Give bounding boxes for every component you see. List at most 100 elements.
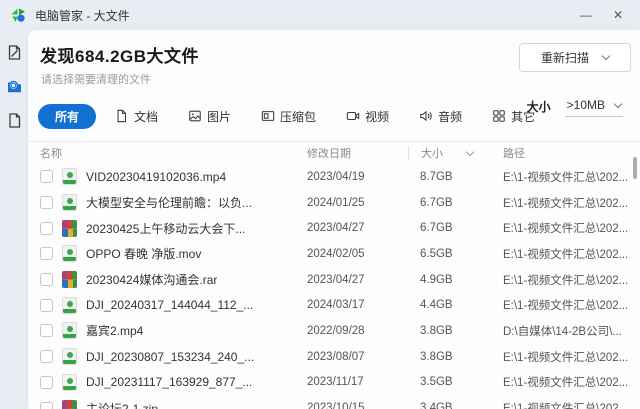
minimize-button[interactable]: — [572,2,600,28]
sidebar-item-file-manage[interactable] [4,110,24,130]
file-date: 2024/03/17 [307,299,420,311]
archive-file-icon [62,220,77,237]
row-checkbox[interactable] [40,196,53,209]
row-checkbox[interactable] [40,402,53,409]
row-checkbox[interactable] [40,299,53,312]
column-header-path[interactable]: 路径 [503,145,640,161]
file-size: 3.8GB [420,325,503,337]
sidebar-item-cleanup[interactable] [4,42,24,62]
file-path: E:\1-视频文件汇总\202... [503,169,640,185]
file-path: E:\1-视频文件汇总\202... [503,400,640,409]
rescan-label: 重新扫描 [541,49,589,66]
file-size: 3.8GB [420,351,503,363]
page-subtitle: 请选择需要清理的文件 [41,71,640,87]
video-file-icon [62,168,77,185]
table-row[interactable]: 主论坛2-1.zip 2023/10/15 3.4GB E:\1-视频文件汇总\… [28,395,640,409]
app-logo-icon [10,7,27,24]
column-header-name[interactable]: 名称 [40,145,307,161]
size-filter-dropdown[interactable]: >10MB [565,96,623,117]
file-name: DJI_20231117_163929_877_... [86,375,307,389]
file-date: 2024/02/05 [307,248,420,260]
file-icon [6,112,23,129]
table-row[interactable]: OPPO 春晚 净版.mov 2024/02/05 6.5GB E:\1-视频文… [28,241,640,267]
titlebar: 电脑管家 - 大文件 — ✕ [0,0,640,30]
table-row[interactable]: 20230424媒体沟通会.rar 2023/04/27 4.9GB E:\1-… [28,267,640,293]
chevron-down-icon [602,52,610,60]
file-name: VID20230419102036.mp4 [86,170,307,184]
row-checkbox[interactable] [40,170,53,183]
size-filter: 大小 >10MB [527,96,623,117]
filter-tab-archive[interactable]: 压缩包 [250,104,327,129]
sort-chevron-icon [466,147,474,155]
file-size: 6.5GB [420,248,503,260]
file-name: 大模型安全与伦理前瞻：以负... [86,194,307,211]
column-header-size[interactable]: 大小 [408,146,503,160]
filter-tab-image[interactable]: 图片 [177,104,242,129]
audio-icon [419,109,433,123]
scrollbar-thumb[interactable] [633,157,637,179]
video-file-icon [62,348,77,365]
filter-tab-video[interactable]: 视频 [335,104,400,129]
row-checkbox[interactable] [40,324,53,337]
row-checkbox[interactable] [40,273,53,286]
table-row[interactable]: DJI_20230807_153234_240_... 2023/08/07 3… [28,344,640,370]
video-file-icon [62,194,77,211]
archive-file-icon [62,400,77,409]
file-size: 4.9GB [420,274,503,286]
table-row[interactable]: 大模型安全与伦理前瞻：以负... 2024/01/25 6.7GB E:\1-视… [28,190,640,216]
file-path: D:\自媒体\14-2B公司\... [503,323,640,339]
rescan-button[interactable]: 重新扫描 [519,43,631,72]
filter-tab-label: 所有 [55,108,79,125]
file-path: E:\1-视频文件汇总\202... [503,195,640,211]
file-size: 6.7GB [420,222,503,234]
filter-tab-label: 视频 [365,108,389,125]
file-date: 2023/04/19 [307,171,420,183]
row-checkbox[interactable] [40,350,53,363]
row-checkbox[interactable] [40,247,53,260]
cleanup-icon [6,44,23,61]
filter-tab-audio[interactable]: 音频 [408,104,473,129]
file-name: OPPO 春晚 净版.mov [86,245,307,262]
filter-tab-all[interactable]: 所有 [38,104,96,129]
video-file-icon [62,245,77,262]
file-path: E:\1-视频文件汇总\202... [503,297,640,313]
file-date: 2024/01/25 [307,197,420,209]
table-row[interactable]: 20230425上午移动云大会下... 2023/04/27 6.7GB E:\… [28,215,640,241]
table-row[interactable]: DJI_20231117_163929_877_... 2023/11/17 3… [28,370,640,396]
sidebar-item-large-file-scan[interactable] [4,76,24,96]
archive-icon [261,109,275,123]
table-row[interactable]: 嘉宾2.mp4 2022/09/28 3.8GB D:\自媒体\14-2B公司\… [28,318,640,344]
file-size: 3.5GB [420,376,503,388]
size-filter-value: >10MB [567,98,605,112]
filter-tab-label: 压缩包 [280,108,316,125]
file-date: 2023/10/15 [307,402,420,409]
doc-icon [115,109,129,123]
window-title: 电脑管家 - 大文件 [35,7,130,24]
file-date: 2023/11/17 [307,376,420,388]
table-row[interactable]: DJI_20240317_144044_112_... 2024/03/17 4… [28,292,640,318]
column-header-date[interactable]: 修改日期 [307,145,420,161]
filter-tab-label: 文档 [134,108,158,125]
file-name: DJI_20240317_144044_112_... [86,298,307,312]
file-name: 主论坛2-1.zip [86,400,307,409]
video-file-icon [62,322,77,339]
table-row[interactable]: VID20230419102036.mp4 2023/04/19 8.7GB E… [28,164,640,190]
file-size: 8.7GB [420,171,503,183]
row-checkbox[interactable] [40,222,53,235]
file-date: 2023/08/07 [307,351,420,363]
file-date: 2022/09/28 [307,325,420,337]
large-file-scan-icon [6,78,23,95]
video-file-icon [62,297,77,314]
row-checkbox[interactable] [40,376,53,389]
size-filter-label: 大小 [527,98,551,115]
filter-tab-label: 音频 [438,108,462,125]
sidebar [0,30,28,409]
filter-tab-doc[interactable]: 文档 [104,104,169,129]
video-file-icon [62,374,77,391]
file-name: 20230425上午移动云大会下... [86,220,307,237]
close-button[interactable]: ✕ [604,2,632,28]
main-panel: 发现684.2GB大文件 请选择需要清理的文件 重新扫描 所有文档图片压缩包视频… [28,30,640,409]
file-name: DJI_20230807_153234_240_... [86,350,307,364]
file-date: 2023/04/27 [307,222,420,234]
file-name: 20230424媒体沟通会.rar [86,271,307,288]
